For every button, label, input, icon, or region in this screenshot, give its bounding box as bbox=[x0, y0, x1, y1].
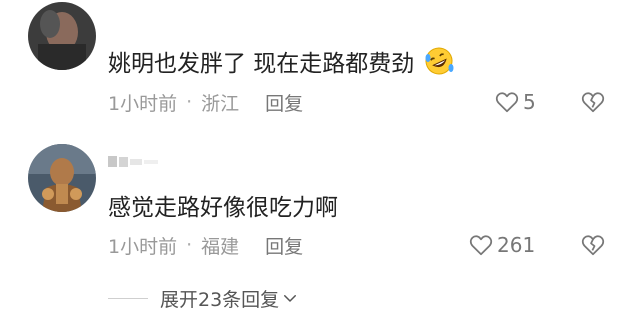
like-count: 5 bbox=[523, 90, 536, 114]
divider-line bbox=[108, 297, 148, 299]
reply-button[interactable]: 回复 bbox=[265, 232, 303, 259]
comment-section: 姚明也发胖了 现在走路都费劲 1小时前 · 浙江 回复 5 感觉走路好像很吃力啊… bbox=[0, 0, 640, 320]
comment-time: 1小时前 bbox=[108, 235, 178, 258]
broken-heart-icon bbox=[581, 92, 605, 113]
heart-outline-icon bbox=[469, 235, 493, 256]
dislike-button[interactable] bbox=[580, 89, 606, 115]
avatar[interactable] bbox=[28, 2, 96, 70]
comment-body: 感觉走路好像很吃力啊 bbox=[108, 195, 338, 221]
comment-meta: 1小时前 · 浙江 回复 bbox=[108, 89, 303, 115]
comment-location: 浙江 bbox=[201, 92, 240, 115]
expand-replies-label: 展开23条回复 bbox=[160, 288, 280, 311]
like-button[interactable]: 5 bbox=[494, 89, 536, 115]
expand-replies-button[interactable]: 展开23条回复 bbox=[160, 285, 299, 312]
dislike-button[interactable] bbox=[580, 232, 606, 258]
comment-text: 姚明也发胖了 现在走路都费劲 bbox=[108, 44, 454, 78]
rolling-on-floor-laughing-emoji-icon bbox=[424, 46, 454, 76]
comment-body: 姚明也发胖了 现在走路都费劲 bbox=[108, 51, 415, 77]
comment-meta: 1小时前 · 福建 回复 bbox=[108, 232, 303, 258]
meta-separator: · bbox=[186, 91, 193, 113]
heart-outline-icon bbox=[495, 92, 519, 113]
username[interactable] bbox=[108, 150, 166, 170]
comment-time: 1小时前 bbox=[108, 92, 178, 115]
expand-replies-row: 展开23条回复 bbox=[108, 285, 299, 312]
like-button[interactable]: 261 bbox=[468, 232, 535, 258]
comment-location: 福建 bbox=[201, 235, 240, 258]
meta-separator: · bbox=[186, 234, 193, 256]
broken-heart-icon bbox=[581, 235, 605, 256]
comment-text: 感觉走路好像很吃力啊 bbox=[108, 188, 338, 222]
like-count: 261 bbox=[497, 233, 536, 257]
avatar[interactable] bbox=[28, 144, 96, 212]
chevron-down-icon bbox=[284, 295, 297, 302]
reply-button[interactable]: 回复 bbox=[265, 89, 303, 116]
